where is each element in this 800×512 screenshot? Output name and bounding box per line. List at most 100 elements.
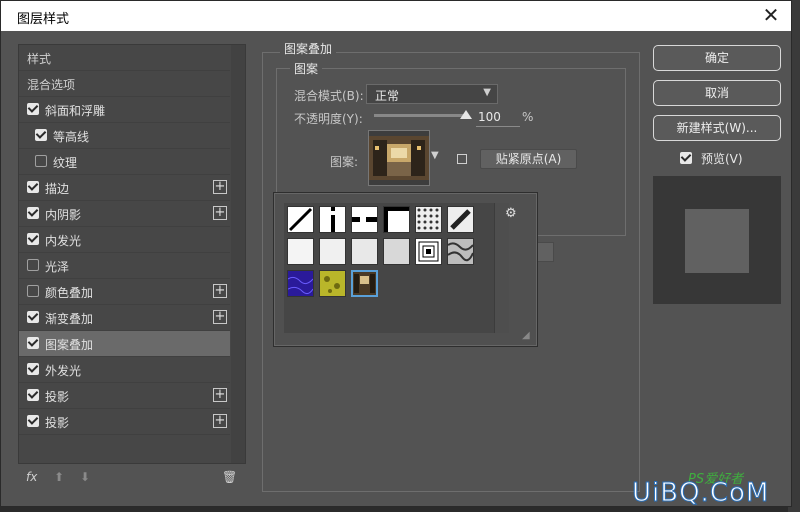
- pattern-tile-paper-1[interactable]: [287, 238, 314, 265]
- style-item-label: 颜色叠加: [45, 286, 94, 300]
- blend-mode-select[interactable]: 正常 ▼: [366, 84, 498, 104]
- add-effect-icon[interactable]: +: [213, 388, 227, 402]
- style-item[interactable]: 混合选项: [19, 71, 230, 97]
- style-item-label: 光泽: [45, 260, 70, 274]
- pattern-tile-diagonal-stripe[interactable]: [447, 206, 474, 233]
- pattern-tile-paper-3[interactable]: [351, 238, 378, 265]
- gear-icon[interactable]: ⚙: [505, 206, 517, 221]
- add-effect-icon[interactable]: +: [213, 310, 227, 324]
- add-effect-icon[interactable]: +: [213, 284, 227, 298]
- new-preset-icon[interactable]: [457, 154, 467, 164]
- site-watermark: PS爱好者 UiBQ.CoM: [631, 468, 792, 509]
- pattern-tile-yellow-texture[interactable]: [319, 270, 346, 297]
- new-style-button[interactable]: 新建样式(W)...: [653, 115, 781, 141]
- style-item[interactable]: 光泽: [19, 253, 230, 279]
- styles-list-panel: 样式 混合选项 斜面和浮雕 等高线 纹理 描边 + 内阴影 + 内发光 光泽 颜色叠加 + 渐变叠加 + 图案…: [18, 44, 246, 464]
- opacity-slider-thumb[interactable]: [460, 110, 472, 119]
- opacity-input[interactable]: 100: [476, 110, 520, 127]
- style-item[interactable]: 渐变叠加 +: [19, 305, 230, 331]
- style-item-label: 斜面和浮雕: [45, 104, 106, 118]
- title-bar: 图层样式 ✕: [1, 1, 791, 31]
- style-checkbox[interactable]: [27, 415, 39, 427]
- style-checkbox[interactable]: [35, 129, 47, 141]
- preview-checkbox[interactable]: [680, 152, 692, 164]
- style-item-label: 图案叠加: [45, 338, 94, 352]
- style-item-label: 外发光: [45, 364, 82, 378]
- pattern-tile-corner-bar[interactable]: [383, 206, 410, 233]
- style-item-label: 投影: [45, 416, 70, 430]
- style-item[interactable]: 投影 +: [19, 383, 230, 409]
- style-header-label: 混合选项: [27, 78, 76, 92]
- style-checkbox[interactable]: [27, 363, 39, 375]
- opacity-unit: %: [522, 110, 534, 124]
- style-item[interactable]: 颜色叠加 +: [19, 279, 230, 305]
- style-checkbox[interactable]: [27, 311, 39, 323]
- style-checkbox[interactable]: [27, 389, 39, 401]
- style-item[interactable]: 外发光: [19, 357, 230, 383]
- pattern-label: 图案:: [330, 155, 359, 169]
- style-item[interactable]: 等高线: [19, 123, 230, 149]
- style-item[interactable]: 投影 +: [19, 409, 230, 435]
- style-item-label: 纹理: [53, 156, 78, 170]
- style-item[interactable]: 纹理: [19, 149, 230, 175]
- style-checkbox[interactable]: [27, 181, 39, 193]
- subgroup-title: 图案: [290, 60, 323, 77]
- add-effect-icon[interactable]: +: [213, 414, 227, 428]
- snap-to-origin-button[interactable]: 贴紧原点(A): [480, 149, 577, 169]
- style-item-label: 内阴影: [45, 208, 82, 222]
- styles-list-scrollbar[interactable]: [231, 45, 245, 463]
- style-header-label: 样式: [27, 52, 52, 66]
- style-checkbox[interactable]: [27, 259, 39, 271]
- style-checkbox[interactable]: [27, 103, 39, 115]
- style-item-label: 投影: [45, 390, 70, 404]
- style-item-label: 内发光: [45, 234, 82, 248]
- resize-grip-icon[interactable]: ◢: [522, 330, 530, 341]
- opacity-label: 不透明度(Y):: [294, 112, 363, 126]
- styles-list: 样式 混合选项 斜面和浮雕 等高线 纹理 描边 + 内阴影 + 内发光 光泽 颜色叠加 + 渐变叠加 + 图案…: [19, 45, 230, 435]
- add-effect-icon[interactable]: +: [213, 206, 227, 220]
- style-item[interactable]: 内发光: [19, 227, 230, 253]
- pattern-tile-paper-2[interactable]: [319, 238, 346, 265]
- style-item[interactable]: 图案叠加: [19, 331, 230, 357]
- style-item[interactable]: 斜面和浮雕: [19, 97, 230, 123]
- trash-icon[interactable]: 🗑: [222, 470, 237, 484]
- style-item[interactable]: 内阴影 +: [19, 201, 230, 227]
- move-down-icon[interactable]: ⬇: [80, 470, 90, 484]
- pattern-tile-horizontal-bar[interactable]: [351, 206, 378, 233]
- fx-icon[interactable]: fx: [26, 470, 37, 484]
- move-up-icon[interactable]: ⬆: [54, 470, 64, 484]
- styles-list-toolbar: fx ⬆ ⬇ 🗑: [18, 468, 246, 492]
- style-item[interactable]: 样式: [19, 45, 230, 71]
- pattern-tile-blue-texture[interactable]: [287, 270, 314, 297]
- style-item[interactable]: 描边 +: [19, 175, 230, 201]
- style-item-label: 等高线: [53, 130, 90, 144]
- pattern-tile-dots[interactable]: [415, 206, 442, 233]
- watermark-logo: UiBQ.CoM: [631, 478, 770, 509]
- ok-button[interactable]: 确定: [653, 45, 781, 71]
- close-icon[interactable]: ✕: [759, 4, 783, 28]
- pattern-tile-diagonal-line[interactable]: [287, 206, 314, 233]
- pattern-tile-marble[interactable]: [447, 238, 474, 265]
- scale-field-fragment: [536, 242, 554, 262]
- pattern-tile-photo-pattern[interactable]: [351, 270, 378, 297]
- opacity-slider[interactable]: [374, 114, 468, 117]
- pattern-swatch[interactable]: [368, 130, 430, 186]
- style-checkbox[interactable]: [27, 285, 39, 297]
- pattern-tile-squares[interactable]: [415, 238, 442, 265]
- blend-mode-value: 正常: [375, 89, 400, 103]
- pattern-tile-vertical-bar[interactable]: [319, 206, 346, 233]
- style-preview-swatch: [685, 209, 749, 273]
- style-checkbox[interactable]: [27, 207, 39, 219]
- pattern-tile-noise[interactable]: [383, 238, 410, 265]
- pattern-picker-scrollbar[interactable]: [494, 203, 509, 333]
- style-item-label: 描边: [45, 182, 70, 196]
- style-checkbox[interactable]: [27, 233, 39, 245]
- add-effect-icon[interactable]: +: [213, 180, 227, 194]
- style-checkbox[interactable]: [35, 155, 47, 167]
- pattern-dropdown-icon[interactable]: ▼: [431, 150, 443, 170]
- cancel-button[interactable]: 取消: [653, 80, 781, 106]
- style-checkbox[interactable]: [27, 337, 39, 349]
- preview-label: 预览(V): [701, 152, 743, 166]
- group-title: 图案叠加: [280, 40, 337, 57]
- pattern-picker-grid: [284, 203, 494, 333]
